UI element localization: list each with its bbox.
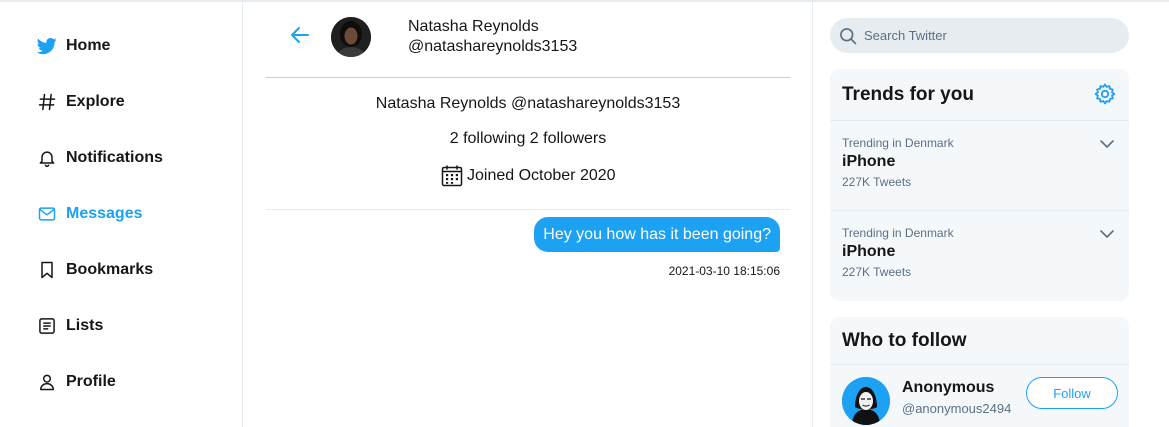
sidebar-item-label: Bookmarks <box>66 261 154 278</box>
conversation-header-handle: @natashareynolds3153 <box>408 38 578 55</box>
sidebar-item-label: Explore <box>66 93 125 110</box>
search-icon <box>840 27 857 44</box>
trends-card: Trends for you Trending in Denmark iPhon… <box>830 69 1129 301</box>
profile-name-handle: Natasha Reynolds @natashareynolds3153 <box>375 95 681 112</box>
chevron-down-icon[interactable] <box>1099 136 1115 152</box>
trend-context: Trending in Denmark <box>842 136 954 150</box>
follow-stats: 2 following 2 followers <box>449 130 607 147</box>
sidebar-item-messages[interactable]: Messages <box>36 198 143 230</box>
gear-icon[interactable] <box>1093 82 1117 106</box>
person-icon <box>36 371 58 393</box>
sidebar-item-label: Notifications <box>66 149 163 166</box>
trend-context: Trending in Denmark <box>842 226 954 240</box>
sidebar-item-profile[interactable]: Profile <box>36 366 116 398</box>
sidebar-item-label: Messages <box>66 205 143 222</box>
sidebar-item-label: Profile <box>66 373 116 390</box>
sidebar-item-bookmarks[interactable]: Bookmarks <box>36 254 153 286</box>
trend-count: 227K Tweets <box>842 265 912 279</box>
divider <box>266 209 790 210</box>
back-arrow-icon[interactable] <box>288 23 312 47</box>
avatar[interactable] <box>331 17 371 57</box>
who-to-follow-title: Who to follow <box>830 317 1129 365</box>
sidebar-nav: Home Explore Notifications Messages Book… <box>0 2 243 427</box>
sidebar-item-home[interactable]: Home <box>36 30 110 62</box>
sidebar-item-notifications[interactable]: Notifications <box>36 142 163 174</box>
message-timestamp: 2021-03-10 18:15:06 <box>668 264 780 278</box>
who-to-follow-card: Who to follow Anonymous @anonymous2494 F… <box>830 317 1129 427</box>
trend-name: iPhone <box>842 153 896 170</box>
bell-icon <box>36 147 58 169</box>
sidebar-item-label: Home <box>66 37 111 54</box>
search-bar[interactable] <box>830 18 1129 53</box>
conversation-header-name: Natasha Reynolds <box>408 18 539 35</box>
list-icon <box>36 315 58 337</box>
trends-title: Trends for you <box>830 69 1129 121</box>
divider <box>266 77 790 78</box>
trend-item[interactable]: Trending in Denmark iPhone 227K Tweets <box>830 211 1129 301</box>
sidebar-item-label: Lists <box>66 317 104 334</box>
hashtag-icon <box>36 91 58 113</box>
follow-suggestion[interactable]: Anonymous @anonymous2494 Follow <box>830 365 1129 427</box>
trends-title-text: Trends for you <box>842 84 974 105</box>
joined-date: Joined October 2020 <box>441 165 616 187</box>
sidebar-item-lists[interactable]: Lists <box>36 310 103 342</box>
follow-button[interactable]: Follow <box>1026 377 1118 409</box>
search-input[interactable] <box>864 28 1104 43</box>
trend-item[interactable]: Trending in Denmark iPhone 227K Tweets <box>830 121 1129 211</box>
joined-text: Joined October 2020 <box>467 167 616 184</box>
suggested-user-name: Anonymous <box>902 379 995 396</box>
conversation-panel: Natasha Reynolds @natashareynolds3153 Na… <box>243 2 813 427</box>
chevron-down-icon[interactable] <box>1099 226 1115 242</box>
trend-count: 227K Tweets <box>842 175 912 189</box>
twitter-bird-icon <box>36 35 58 57</box>
message-bubble[interactable]: Hey you how has it been going? <box>534 217 780 252</box>
trend-name: iPhone <box>842 243 896 260</box>
right-sidebar: Trends for you Trending in Denmark iPhon… <box>814 2 1169 427</box>
calendar-icon <box>441 165 463 187</box>
suggested-user-handle: @anonymous2494 <box>902 401 1012 416</box>
envelope-icon <box>36 203 58 225</box>
bookmark-icon <box>36 259 58 281</box>
avatar[interactable] <box>842 377 890 425</box>
sidebar-item-explore[interactable]: Explore <box>36 86 125 118</box>
